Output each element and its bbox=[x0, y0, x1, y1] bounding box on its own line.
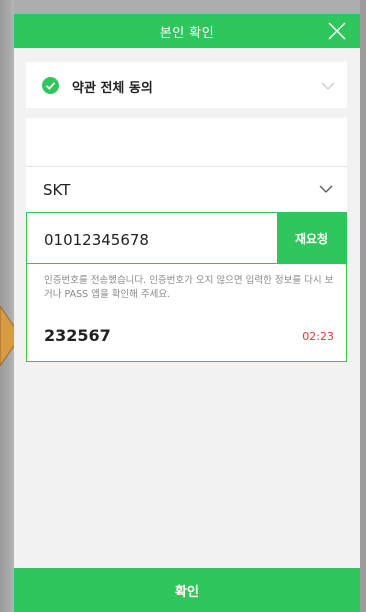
check-circle-icon[interactable] bbox=[42, 77, 59, 94]
carrier-selected-value: SKT bbox=[43, 181, 71, 199]
verification-box: 01012345678 재요청 인증번호를 전송했습니다. 인증번호가 오지 않… bbox=[26, 212, 347, 362]
name-input-field[interactable] bbox=[26, 118, 347, 166]
app-header: 본인 확인 bbox=[14, 14, 360, 48]
page-title: 본인 확인 bbox=[159, 26, 215, 41]
verification-divider bbox=[27, 263, 346, 264]
countdown-timer: 02:23 bbox=[302, 330, 334, 343]
resend-button[interactable]: 재요청 bbox=[277, 213, 346, 263]
close-icon[interactable] bbox=[328, 22, 346, 40]
terms-agree-row[interactable]: 약관 전체 동의 bbox=[26, 62, 347, 108]
background-right-edge bbox=[360, 0, 366, 612]
chevron-down-icon[interactable] bbox=[321, 81, 335, 91]
chevron-down-icon[interactable] bbox=[319, 184, 333, 194]
confirm-button[interactable]: 확인 bbox=[14, 568, 360, 612]
phone-number-field[interactable]: 01012345678 bbox=[44, 231, 149, 249]
carrier-select[interactable]: SKT bbox=[26, 167, 347, 212]
verification-screen: 본인 확인 약관 전체 동의 SKT 01012345678 재요청 인증번호를… bbox=[14, 14, 360, 612]
verification-notice: 인증번호를 전송했습니다. 인증번호가 오지 않으면 입력한 정보를 다시 보거… bbox=[44, 275, 334, 300]
verification-code-field[interactable]: 232567 bbox=[44, 326, 111, 345]
terms-agree-label: 약관 전체 동의 bbox=[72, 81, 153, 96]
